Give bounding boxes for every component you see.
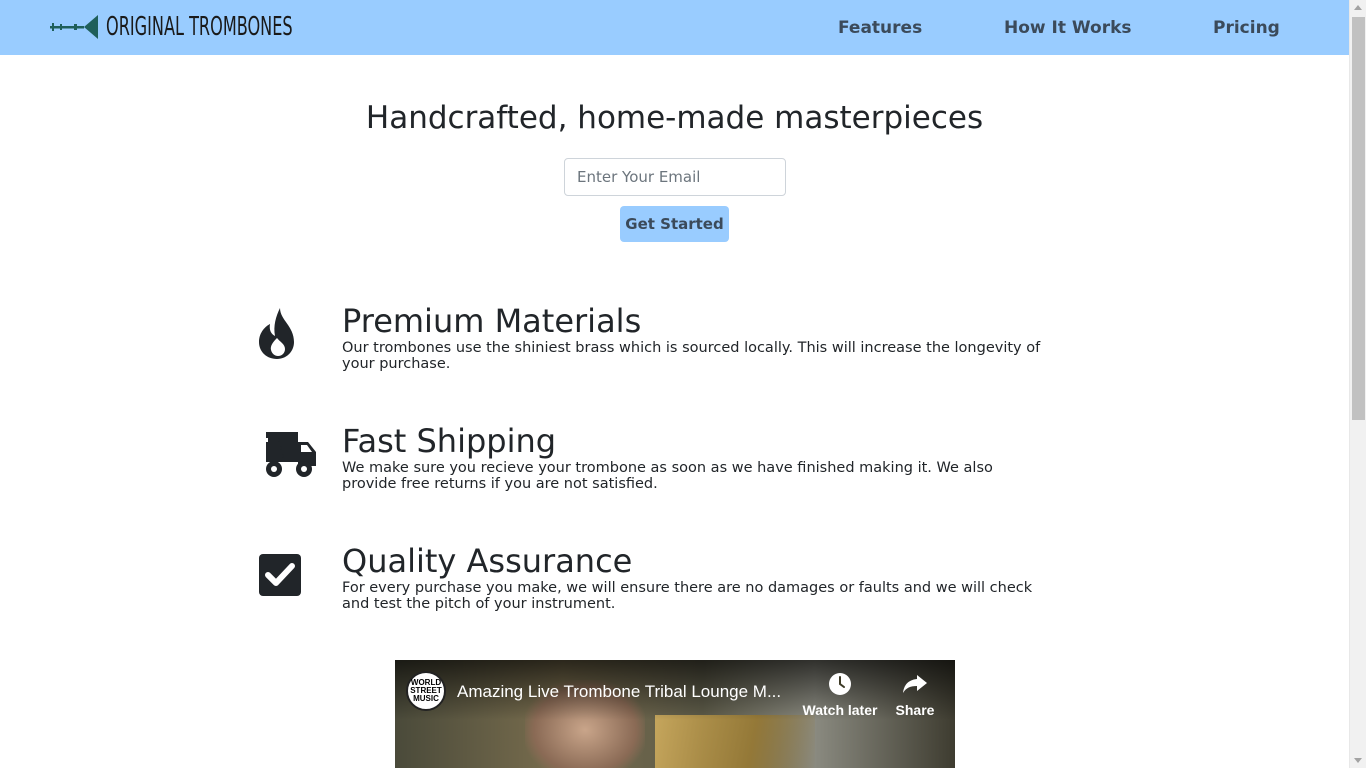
- nav-link-pricing[interactable]: Pricing: [1213, 18, 1280, 38]
- fire-icon: [258, 302, 296, 364]
- feature-description: For every purchase you make, we will ens…: [342, 580, 1033, 612]
- scroll-up-arrow-icon[interactable]: [1354, 5, 1362, 10]
- get-started-button[interactable]: Get Started: [620, 206, 729, 242]
- feature-title: Quality Assurance: [342, 542, 633, 580]
- email-input[interactable]: [564, 158, 786, 196]
- feature-description: Our trombones use the shiniest brass whi…: [342, 340, 1041, 372]
- logo-text: ORIGINAL TROMBONES: [106, 12, 293, 42]
- video-thumbnail-trombone: [655, 715, 815, 768]
- share-button[interactable]: Share: [875, 672, 955, 718]
- check-square-icon: [258, 542, 302, 602]
- watch-later-label: Watch later: [802, 702, 878, 718]
- video-embed[interactable]: WORLD STREET MUSIC Amazing Live Trombone…: [395, 660, 955, 768]
- share-label: Share: [895, 702, 935, 718]
- hero-title: Handcrafted, home-made masterpieces: [365, 100, 984, 136]
- logo[interactable]: ORIGINAL TROMBONES: [50, 12, 407, 42]
- clock-icon: [829, 673, 851, 695]
- trombone-logo-icon: [50, 15, 98, 39]
- channel-logo-text: WORLD STREET MUSIC: [410, 678, 442, 703]
- scrollbar-thumb[interactable]: [1352, 17, 1365, 420]
- scroll-down-arrow-icon[interactable]: [1354, 758, 1362, 763]
- channel-avatar[interactable]: WORLD STREET MUSIC: [406, 671, 446, 711]
- watch-later-button[interactable]: Watch later: [800, 672, 880, 718]
- feature-description: We make sure you recieve your trombone a…: [342, 460, 993, 492]
- feature-title: Fast Shipping: [342, 422, 557, 460]
- feature-title: Premium Materials: [342, 302, 642, 340]
- nav-link-how-it-works[interactable]: How It Works: [1004, 18, 1132, 38]
- nav-link-features[interactable]: Features: [838, 18, 922, 38]
- video-title[interactable]: Amazing Live Trombone Tribal Lounge M...: [457, 682, 781, 702]
- page-scrollbar[interactable]: [1349, 0, 1366, 768]
- site-header: ORIGINAL TROMBONES Features How It Works…: [0, 0, 1349, 55]
- shipping-fast-icon: [258, 422, 320, 484]
- share-arrow-icon: [903, 675, 927, 693]
